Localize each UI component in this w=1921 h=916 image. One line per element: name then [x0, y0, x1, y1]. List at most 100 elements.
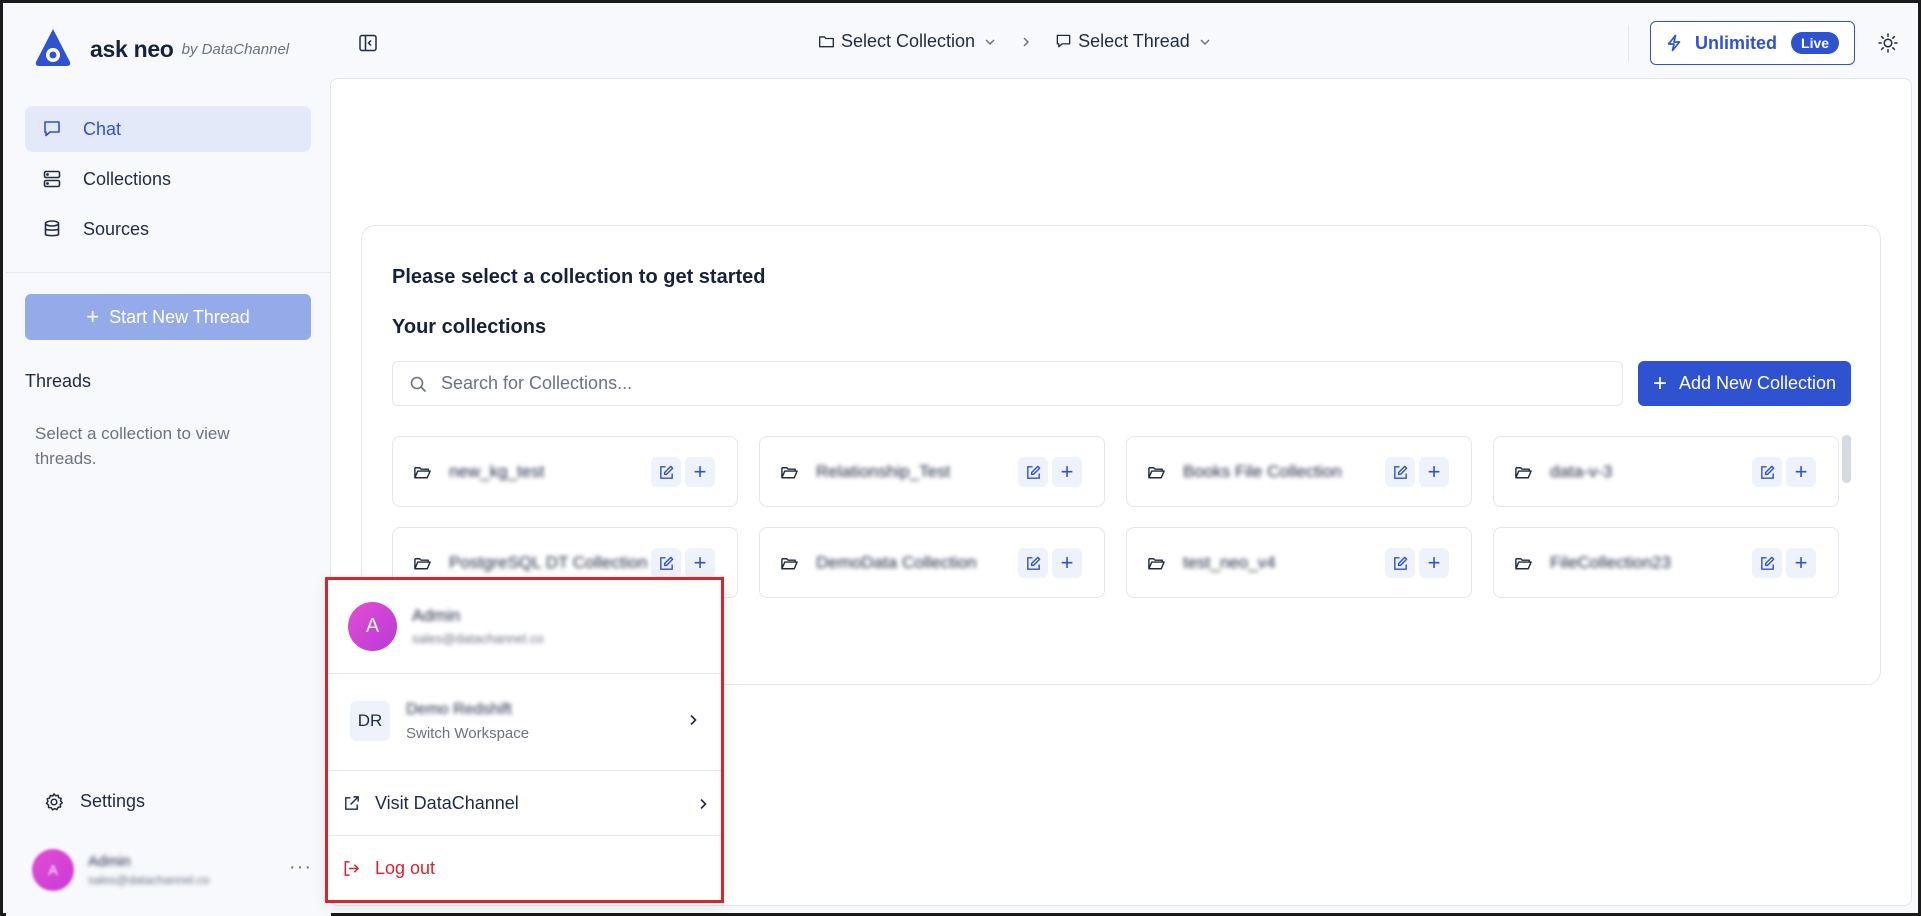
gear-icon	[45, 792, 63, 811]
folder-open-icon	[1515, 467, 1532, 479]
edit-icon[interactable]	[1018, 457, 1048, 487]
add-icon[interactable]: +	[1052, 457, 1082, 487]
external-link-icon	[345, 796, 359, 810]
folder-open-icon	[1515, 558, 1532, 570]
start-new-thread-button[interactable]: + Start New Thread	[25, 294, 311, 340]
avatar: A	[32, 849, 74, 891]
database-icon	[41, 218, 63, 240]
add-icon[interactable]: +	[685, 548, 715, 578]
chevron-right-icon	[1023, 36, 1030, 47]
user-meta: Admin sales@datachannel.co	[88, 853, 210, 887]
collection-card[interactable]: Books File Collection +	[1126, 436, 1472, 507]
edit-icon[interactable]	[651, 457, 681, 487]
sidebar-item-chat[interactable]: Chat	[25, 106, 311, 152]
folder-open-icon	[781, 558, 798, 570]
brand-byline: by DataChannel	[181, 40, 290, 58]
add-icon[interactable]: +	[685, 457, 715, 487]
plus-icon: +	[86, 304, 100, 329]
edit-icon[interactable]	[1385, 548, 1415, 578]
neo-logo-icon	[35, 29, 71, 66]
avatar: A	[348, 602, 397, 651]
edit-icon[interactable]	[1018, 548, 1048, 578]
topbar-divider	[1628, 25, 1629, 61]
chevron-right-icon	[690, 714, 697, 726]
collection-card[interactable]: new_kg_test +	[392, 436, 738, 507]
collection-card[interactable]: DemoData Collection +	[759, 527, 1105, 598]
sidebar-nav: Chat Collections Sources	[25, 106, 311, 256]
edit-icon[interactable]	[1752, 457, 1782, 487]
folder-open-icon	[1148, 467, 1165, 479]
account-menu: A Admin sales@datachannel.co DR Demo Red…	[325, 577, 724, 903]
visit-datachannel-item[interactable]: Visit DataChannel	[328, 772, 721, 836]
logout-item[interactable]: Log out	[328, 837, 721, 900]
start-new-thread-label: Start New Thread	[109, 306, 250, 327]
sidebar: ask neo by DataChannel Chat Collections	[6, 6, 331, 916]
page-title: Please select a collection to get starte…	[392, 266, 766, 288]
account-menu-header: A Admin sales@datachannel.co	[328, 580, 721, 674]
sidebar-item-collections[interactable]: Collections	[25, 156, 311, 202]
plus-icon: +	[1652, 369, 1667, 397]
sidebar-item-label: Collections	[83, 168, 172, 189]
app-frame: ask neo by DataChannel Chat Collections	[0, 0, 1921, 916]
add-icon[interactable]: +	[1052, 548, 1082, 578]
breadcrumb: Select Collection Select Thread	[818, 31, 1212, 52]
sun-icon[interactable]	[1877, 32, 1899, 54]
select-collection-label: Select Collection	[841, 31, 976, 51]
edit-icon[interactable]	[651, 548, 681, 578]
user-email: sales@datachannel.co	[88, 873, 210, 887]
add-icon[interactable]: +	[1419, 457, 1449, 487]
edit-icon[interactable]	[1385, 457, 1415, 487]
add-icon[interactable]: +	[1419, 548, 1449, 578]
collections-icon	[41, 168, 63, 190]
settings-button[interactable]: Settings	[44, 791, 145, 812]
more-options-icon[interactable]: ···	[289, 856, 312, 879]
collection-name: DemoData Collection	[816, 553, 977, 572]
sidebar-item-sources[interactable]: Sources	[25, 206, 311, 252]
select-thread-dropdown[interactable]: Select Thread	[1055, 31, 1212, 52]
logout-icon	[344, 861, 359, 876]
status-badge: Live	[1791, 32, 1840, 54]
plan-label: Unlimited	[1695, 32, 1778, 53]
add-icon[interactable]: +	[1786, 457, 1816, 487]
search-field[interactable]	[392, 361, 1623, 406]
folder-open-icon	[1148, 558, 1165, 570]
plan-button[interactable]: Unlimited Live	[1650, 21, 1855, 65]
collection-name: Books File Collection	[1183, 462, 1342, 481]
section-heading: Your collections	[392, 316, 547, 338]
add-new-collection-label: Add New Collection	[1678, 373, 1837, 393]
collection-card[interactable]: data-v-3 +	[1493, 436, 1839, 507]
chevron-down-icon	[985, 38, 995, 45]
collection-card[interactable]: test_neo_v4 +	[1126, 527, 1472, 598]
select-thread-label: Select Thread	[1078, 31, 1190, 51]
lightning-icon	[1667, 34, 1681, 52]
collections-scrollbar[interactable]	[1842, 435, 1851, 483]
search-input[interactable]	[441, 373, 1591, 394]
folder-open-icon	[781, 467, 798, 479]
workspace-name: Demo Redshift	[406, 701, 512, 718]
chat-icon	[41, 118, 63, 140]
sidebar-item-label: Sources	[83, 218, 150, 239]
search-icon	[410, 376, 426, 392]
sidebar-toggle-icon[interactable]	[358, 33, 378, 53]
collection-card[interactable]: Relationship_Test +	[759, 436, 1105, 507]
account-user-email: sales@datachannel.co	[412, 631, 544, 646]
chevron-down-icon	[1200, 38, 1210, 45]
message-icon	[1056, 34, 1071, 48]
edit-icon[interactable]	[1752, 548, 1782, 578]
collection-name: Relationship_Test	[816, 462, 951, 481]
user-profile-row[interactable]: A Admin sales@datachannel.co ···	[32, 846, 312, 894]
collection-name: FileCollection23	[1550, 553, 1671, 572]
workspace-subtitle: Switch Workspace	[406, 725, 530, 742]
threads-heading: Threads	[25, 371, 92, 391]
account-user-name: Admin	[412, 606, 461, 625]
visit-datachannel-label: Visit DataChannel	[375, 793, 519, 813]
switch-workspace-item[interactable]: DR Demo Redshift Switch Workspace	[328, 675, 721, 771]
select-collection-dropdown[interactable]: Select Collection	[818, 31, 997, 52]
add-icon[interactable]: +	[1786, 548, 1816, 578]
collection-name: data-v-3	[1550, 462, 1613, 481]
add-new-collection-button[interactable]: + Add New Collection	[1638, 361, 1851, 406]
collection-card[interactable]: FileCollection23 +	[1493, 527, 1839, 598]
folder-icon	[819, 36, 834, 48]
collection-name: new_kg_test	[449, 462, 545, 481]
brand-logo[interactable]: ask neo by DataChannel	[30, 26, 289, 72]
